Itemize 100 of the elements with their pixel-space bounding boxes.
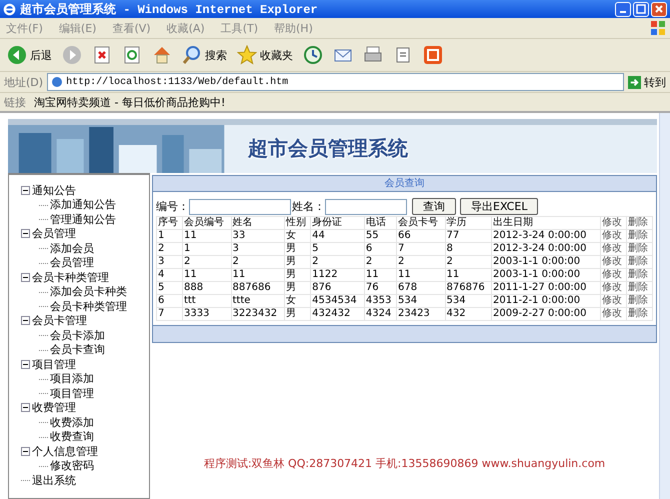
search-icon (182, 45, 202, 65)
tree-item[interactable]: 收费查询 (50, 429, 94, 444)
table-cell: 887686 (231, 282, 285, 294)
address-field[interactable]: http://localhost:1133/Web/default.htm (47, 73, 624, 91)
table-link[interactable]: 删除 (626, 256, 652, 268)
collapse-icon[interactable] (21, 229, 30, 238)
table-cell: ttte (231, 294, 285, 308)
table-cell: 男 (284, 282, 311, 294)
tree-item[interactable]: 会员管理 (50, 255, 94, 270)
toolbar-button[interactable]: 后退 (4, 42, 55, 68)
table-cell: 2011-1-27 0:00:00 (492, 282, 600, 294)
table-cell: 77 (445, 230, 492, 242)
tree-item[interactable]: 修改密码 (50, 458, 94, 474)
column-header: 学历 (445, 216, 492, 230)
table-cell: 876 (310, 282, 364, 294)
toolbar-button[interactable]: 搜索 (179, 42, 230, 68)
table-cell: 888 (182, 282, 232, 294)
collapse-icon[interactable] (21, 446, 30, 456)
close-button[interactable] (651, 2, 667, 16)
field-label: 姓名： (292, 199, 325, 214)
collapse-icon[interactable] (21, 272, 30, 282)
tree-item[interactable]: 会员卡种类管理 (50, 298, 127, 314)
arrow-icon (628, 76, 641, 88)
table-cell: 1 (182, 242, 232, 256)
table-cell: ttt (182, 294, 232, 308)
tree-item[interactable]: 添加通知公告 (50, 197, 116, 212)
table-link[interactable]: 删除 (626, 268, 652, 282)
star-icon (237, 45, 257, 65)
tree-item[interactable]: 通知公告 (32, 182, 76, 198)
collapse-icon[interactable] (21, 186, 30, 195)
tree-item[interactable]: 个人信息管理 (32, 444, 98, 459)
table-link[interactable]: 删除 (626, 230, 652, 242)
table-cell: 男 (284, 242, 311, 256)
table-cell: 6 (156, 294, 182, 308)
links-label: 链接 (4, 94, 26, 110)
tree-item[interactable]: 项目添加 (50, 371, 94, 386)
tree-item[interactable]: 管理通知公告 (50, 212, 116, 227)
back-icon (7, 45, 27, 65)
table-link[interactable]: 修改 (600, 268, 626, 282)
table-cell: 11 (231, 268, 285, 282)
table-cell: 4534534 (310, 294, 364, 308)
table-link[interactable]: 修改 (600, 230, 626, 242)
maximize-button[interactable] (633, 2, 649, 16)
action-button[interactable]: 查询 (412, 198, 456, 215)
table-cell: 男 (284, 268, 311, 282)
table-cell: 2011-2-1 0:00:00 (492, 294, 600, 308)
table-cell: 3 (156, 256, 182, 268)
tree-item[interactable]: 会员卡添加 (50, 328, 105, 343)
tree-item[interactable]: 会员卡种类管理 (32, 270, 109, 285)
tree-item[interactable]: 项目管理 (50, 386, 94, 401)
tree-item[interactable]: 收费添加 (50, 414, 94, 430)
table-link[interactable]: 修改 (600, 256, 626, 268)
link[interactable]: 淘宝网特卖频道 - 每日低价商品抢购中! (34, 94, 226, 110)
minimize-button[interactable] (615, 2, 631, 16)
page-icon (51, 76, 64, 88)
tree-item[interactable]: 会员卡管理 (32, 313, 87, 328)
tree-item[interactable]: 添加会员卡种类 (50, 284, 127, 300)
tree-item[interactable]: 会员卡查询 (50, 342, 105, 358)
tree-item[interactable]: 退出系统 (32, 472, 76, 488)
input-field[interactable] (189, 198, 291, 214)
tree-item[interactable]: 添加会员 (50, 240, 94, 256)
table-link[interactable]: 修改 (600, 242, 626, 256)
input-field[interactable] (325, 198, 407, 214)
collapse-icon[interactable] (21, 403, 30, 412)
toolbar-button[interactable]: 收藏夹 (234, 42, 296, 68)
tree-item[interactable]: 项目管理 (32, 356, 76, 372)
scrollbar[interactable] (659, 113, 670, 499)
table-cell: 男 (284, 256, 311, 268)
collapse-icon[interactable] (21, 360, 30, 369)
collapse-icon[interactable] (21, 316, 30, 326)
table-cell: 76 (364, 282, 396, 294)
table-cell: 5 (156, 282, 182, 294)
table-link[interactable]: 修改 (600, 294, 626, 308)
close-icon (654, 4, 664, 14)
column-header: 会员卡号 (396, 216, 446, 230)
column-header: 序号 (156, 216, 182, 230)
tree-item[interactable]: 会员管理 (32, 226, 76, 242)
table-cell: 23423 (396, 308, 446, 320)
panel-title: 会员查询 (153, 176, 656, 192)
table-cell: 7 (156, 308, 182, 320)
table-cell: 4353 (364, 294, 396, 308)
table-link[interactable]: 删除 (626, 282, 652, 294)
table-link[interactable]: 删除 (626, 294, 652, 308)
table-link[interactable]: 修改 (600, 308, 626, 320)
table-link[interactable]: 修改 (600, 282, 626, 294)
tree-item[interactable]: 收费管理 (32, 400, 76, 416)
table-cell: 11 (396, 268, 446, 282)
table-link[interactable]: 删除 (626, 308, 652, 320)
table-cell: 女 (284, 230, 311, 242)
go-button[interactable]: 转到 (628, 74, 666, 90)
table-cell: 432432 (310, 308, 364, 320)
action-button[interactable]: 导出EXCEL (460, 198, 538, 215)
table-cell: 2009-2-27 0:00:00 (492, 308, 600, 320)
column-header: 删除 (626, 216, 652, 230)
column-header: 出生日期 (492, 216, 600, 230)
table-cell: 33 (231, 230, 285, 242)
table-cell: 1 (156, 230, 182, 242)
table-link[interactable]: 删除 (626, 242, 652, 256)
table-cell: 2 (182, 256, 232, 268)
column-header: 电话 (364, 216, 396, 230)
